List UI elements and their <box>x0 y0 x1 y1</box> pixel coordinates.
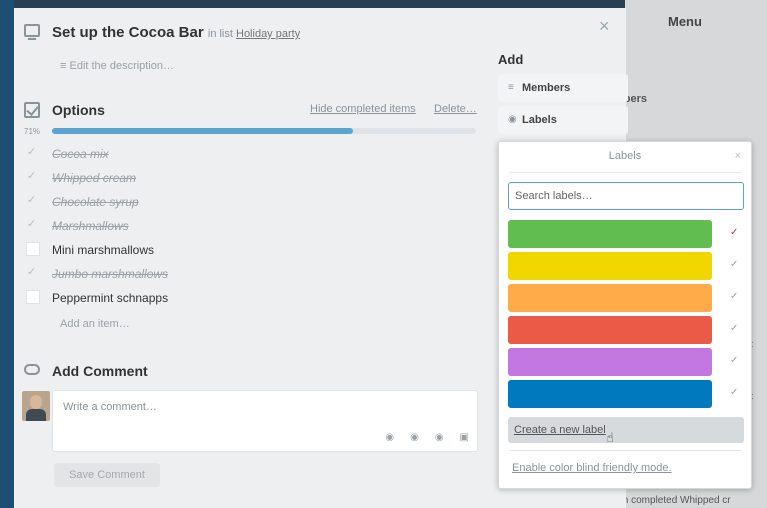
label-option[interactable]: ✓ <box>508 252 744 280</box>
comment-input[interactable]: Write a comment… ◉ ◉ ◉ ▣ <box>52 390 478 452</box>
label-swatch[interactable] <box>508 316 712 344</box>
edit-description-label: Edit the description… <box>69 60 175 72</box>
progress-bar <box>52 128 476 134</box>
checklist-item[interactable]: Whipped cream <box>24 166 484 190</box>
item-label[interactable]: Mini marshmallows <box>52 243 154 257</box>
progress-fill <box>52 128 354 134</box>
edit-description-link[interactable]: ≡ Edit the description… <box>60 60 174 72</box>
board-background <box>0 0 14 508</box>
checklist-title[interactable]: Options <box>52 102 105 118</box>
label-swatch[interactable] <box>508 252 712 280</box>
item-label[interactable]: Peppermint schnapps <box>52 291 168 305</box>
delete-checklist-link[interactable]: Delete… <box>434 103 477 115</box>
item-checkbox[interactable] <box>26 217 40 232</box>
avatar[interactable] <box>22 391 50 421</box>
item-checkbox[interactable] <box>26 169 40 184</box>
label-option[interactable]: ✓ <box>508 380 744 408</box>
members-label: Members <box>522 82 571 94</box>
labels-popover: Labels × ✓ ✓ ✓ ✓ ✓ ✓ Create a new label ☝ Ena… <box>498 141 752 489</box>
mention-icon[interactable]: ◉ <box>410 432 419 443</box>
label-edit-icon[interactable]: ✓ <box>730 355 738 366</box>
label-option[interactable]: ✓ <box>508 284 744 312</box>
add-comment-title: Add Comment <box>52 363 148 379</box>
item-label[interactable]: Whipped cream <box>52 171 136 185</box>
save-comment-button[interactable]: Save Comment <box>54 463 160 487</box>
members-button[interactable]: ≡ Members <box>498 74 628 102</box>
attach-icon[interactable]: ◉ <box>385 432 394 443</box>
label-edit-icon[interactable]: ✓ <box>730 387 738 398</box>
checklist-item[interactable]: Mini marshmallows <box>24 238 484 262</box>
comment-icon <box>24 364 40 375</box>
item-label[interactable]: Cocoa mix <box>52 147 109 161</box>
item-label[interactable]: Chocolate syrup <box>52 195 139 209</box>
popover-title: Labels <box>608 150 642 162</box>
divider <box>509 450 741 451</box>
label-edit-icon[interactable]: ✓ <box>730 227 738 238</box>
label-swatch[interactable] <box>508 348 712 376</box>
label-swatch[interactable] <box>508 220 712 248</box>
checklist-items: Cocoa mix Whipped cream Chocolate syrup Mar… <box>24 142 484 310</box>
label-option[interactable]: ✓ <box>508 220 744 248</box>
label-swatch[interactable] <box>508 284 712 312</box>
item-checkbox[interactable] <box>26 145 40 160</box>
card-title-text[interactable]: Set up the Cocoa Bar <box>52 24 204 41</box>
hand-cursor-icon: ☝ <box>606 430 614 445</box>
item-label[interactable]: Jumbo marshmallows <box>52 267 168 281</box>
item-checkbox[interactable] <box>26 242 40 256</box>
item-checkbox[interactable] <box>26 193 40 208</box>
label-edit-icon[interactable]: ✓ <box>730 259 738 270</box>
item-checkbox[interactable] <box>26 290 40 304</box>
create-label-button[interactable]: Create a new label <box>508 417 744 443</box>
label-option[interactable]: ✓ <box>508 316 744 344</box>
label-swatch[interactable] <box>508 380 712 408</box>
card-title[interactable]: Set up the Cocoa Bar in list Holiday par… <box>52 24 300 41</box>
comment-placeholder: Write a comment… <box>63 401 157 413</box>
close-icon[interactable]: × <box>735 150 741 162</box>
checklist-icon <box>24 102 40 118</box>
colorblind-mode-link[interactable]: Enable color blind friendly mode. <box>512 462 672 474</box>
card-list-info: in list Holiday party <box>208 28 300 40</box>
item-label[interactable]: Marshmallows <box>52 219 129 233</box>
label-option[interactable]: ✓ <box>508 348 744 376</box>
hide-completed-link[interactable]: Hide completed items <box>310 103 416 115</box>
label-icon: ◉ <box>508 114 517 125</box>
list-link[interactable]: Holiday party <box>236 28 300 40</box>
checklist-item[interactable]: Marshmallows <box>24 214 484 238</box>
labels-button[interactable]: ◉ Labels <box>498 106 628 134</box>
labels-label: Labels <box>522 114 557 126</box>
label-edit-icon[interactable]: ✓ <box>730 291 738 302</box>
members-icon: ≡ <box>508 82 514 93</box>
checklist-item[interactable]: Cocoa mix <box>24 142 484 166</box>
checklist-item[interactable]: Jumbo marshmallows <box>24 262 484 286</box>
card-icon <box>24 24 40 40</box>
label-edit-icon[interactable]: ✓ <box>730 323 738 334</box>
search-labels-input[interactable] <box>508 182 744 210</box>
checklist-item[interactable]: Chocolate syrup <box>24 190 484 214</box>
divider <box>509 172 741 173</box>
sidebar-add-heading: Add <box>498 52 524 67</box>
checklist-item[interactable]: Peppermint schnapps <box>24 286 484 310</box>
in-list-prefix: in list <box>207 28 233 40</box>
activity-snippet: th completed Whipped cr <box>620 495 731 506</box>
comment-toolbar: ◉ ◉ ◉ ▣ <box>385 432 469 443</box>
menu-title[interactable]: Menu <box>668 14 702 29</box>
close-icon[interactable]: × <box>599 16 610 37</box>
progress-percent: 71% <box>24 127 41 136</box>
emoji-icon[interactable]: ◉ <box>435 432 444 443</box>
card-icon[interactable]: ▣ <box>460 432 469 443</box>
item-checkbox[interactable] <box>26 265 40 280</box>
add-item-link[interactable]: Add an item… <box>60 318 130 330</box>
